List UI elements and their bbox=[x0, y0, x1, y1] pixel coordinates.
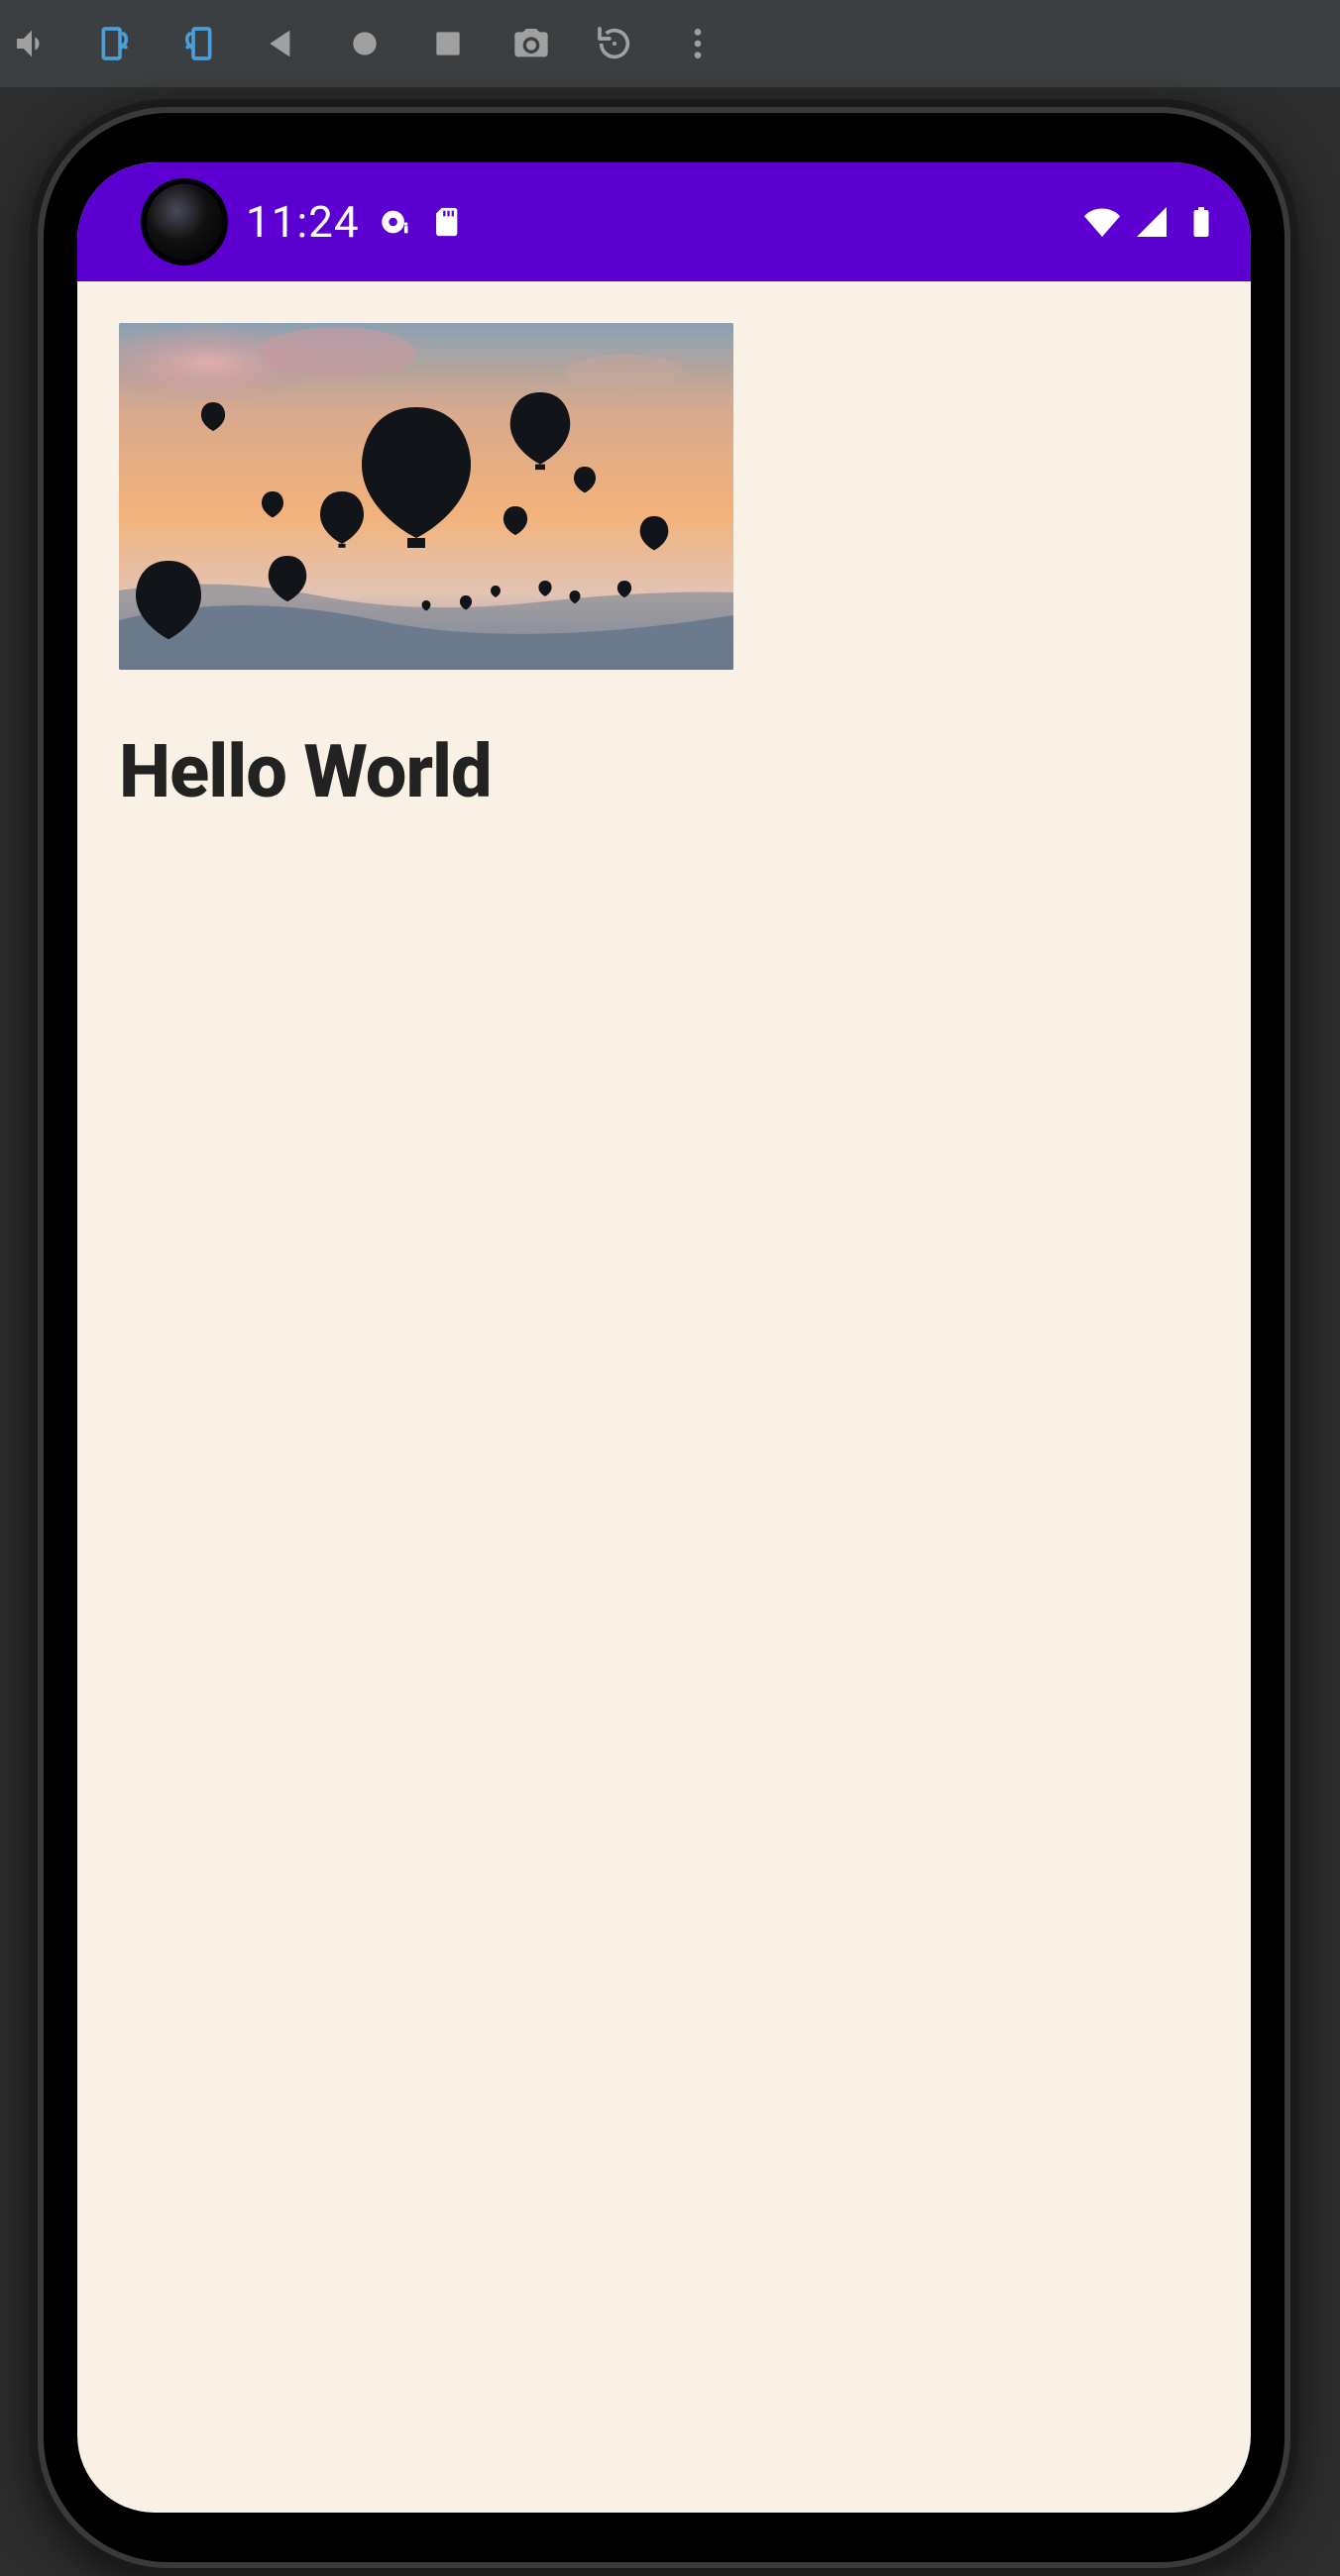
page-title: Hello World bbox=[119, 729, 1209, 815]
status-time: 11:24 bbox=[246, 196, 360, 248]
device-bezel: 11:24 bbox=[54, 123, 1275, 2552]
more-icon[interactable] bbox=[676, 22, 720, 65]
home-icon[interactable] bbox=[343, 22, 387, 65]
emulator-stage: 11:24 bbox=[0, 87, 1340, 1427]
signal-icon bbox=[1134, 204, 1170, 240]
battery-icon bbox=[1183, 204, 1219, 240]
screenshot-icon[interactable] bbox=[509, 22, 553, 65]
status-bar-right bbox=[1084, 204, 1219, 240]
device-screen: 11:24 bbox=[77, 162, 1251, 2513]
sdcard-icon bbox=[429, 205, 463, 239]
back-icon[interactable] bbox=[260, 22, 303, 65]
rotate-right-icon[interactable] bbox=[93, 22, 137, 65]
emulator-toolbar bbox=[0, 0, 1340, 87]
rotate-left-icon[interactable] bbox=[176, 22, 220, 65]
android-status-bar: 11:24 bbox=[77, 162, 1251, 281]
app-content: Hello World bbox=[77, 281, 1251, 857]
restart-icon[interactable] bbox=[593, 22, 636, 65]
volume-icon[interactable] bbox=[10, 22, 54, 65]
wifi-icon bbox=[1084, 204, 1120, 240]
front-camera bbox=[147, 184, 222, 260]
hero-image bbox=[119, 323, 733, 670]
status-bar-left: 11:24 bbox=[246, 196, 463, 248]
device-frame: 11:24 bbox=[30, 99, 1298, 2576]
overview-icon[interactable] bbox=[426, 22, 470, 65]
disc-icon bbox=[378, 205, 411, 239]
